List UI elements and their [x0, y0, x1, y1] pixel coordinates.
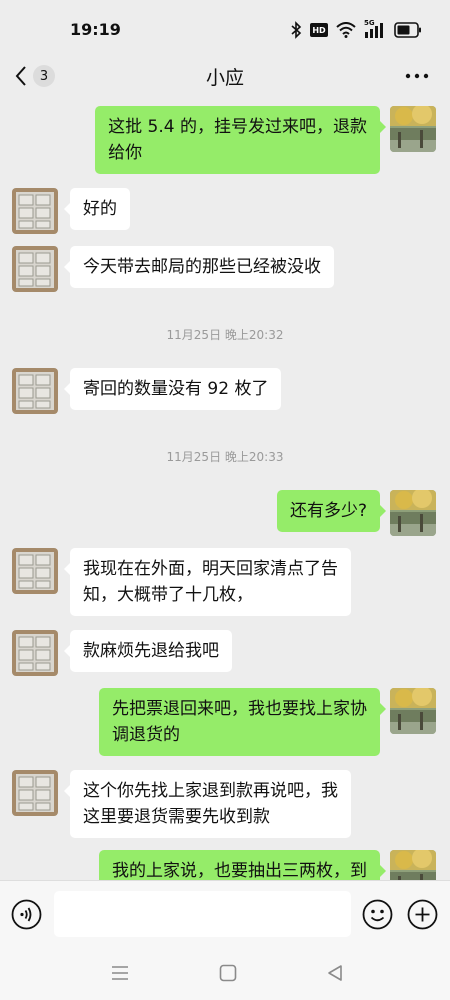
contact-avatar[interactable] [12, 630, 58, 676]
message-line: 这批 5.4 的，挂号发过来吧，退款 [108, 117, 367, 137]
message-bubble-received[interactable]: 这个你先找上家退到款再说吧，我 这里要退货需要先收到款 [64, 770, 351, 838]
my-avatar[interactable] [390, 850, 436, 880]
wifi-icon [336, 22, 356, 38]
contact-avatar[interactable] [12, 188, 58, 234]
message-line: 先把票退回来吧，我也要找上家协 [112, 699, 367, 719]
message-bubble-received[interactable]: 我现在在外面，明天回家清点了告 知，大概带了十几枚， [64, 548, 351, 616]
chat-message-list[interactable]: 这批 5.4 的，挂号发过来吧，退款 给你 好的 今天带去邮局的那些已经被没收 … [0, 94, 450, 880]
message-text-input[interactable] [54, 891, 351, 937]
status-icons: HD 5G [290, 19, 422, 40]
message-line: 调退货的 [112, 725, 180, 745]
contact-avatar[interactable] [12, 548, 58, 594]
message-timestamp: 11月25日 晚上20:33 [166, 450, 284, 464]
message-timestamp: 11月25日 晚上20:32 [166, 328, 284, 342]
more-dots-icon [405, 73, 429, 79]
voice-input-icon [11, 899, 42, 930]
message-bubble-received[interactable]: 款麻烦先退给我吧 [64, 630, 232, 672]
system-home-button[interactable] [217, 962, 239, 984]
message-line: 好的 [83, 199, 117, 219]
hd-icon: HD [310, 23, 328, 37]
message-line: 我现在在外面，明天回家清点了告 [83, 559, 338, 579]
message-line: 这里要退货需要先收到款 [83, 807, 270, 827]
message-line: 给你 [108, 143, 143, 163]
contact-avatar[interactable] [12, 770, 58, 816]
message-bubble-sent[interactable]: 先把票退回来吧，我也要找上家协 调退货的 [99, 688, 386, 756]
message-bubble-sent[interactable]: 还有多少? [276, 490, 387, 532]
message-line: 今天带去邮局的那些已经被没收 [83, 257, 321, 277]
system-back-button[interactable] [324, 962, 346, 984]
system-navigation-bar [0, 946, 450, 1000]
my-avatar[interactable] [390, 490, 436, 536]
bluetooth-icon [291, 21, 302, 39]
message-line: 还有多少? [289, 501, 367, 521]
message-bubble-received[interactable]: 寄回的数量没有 92 枚了 [63, 368, 282, 410]
chat-header: 3 小应 [0, 58, 450, 94]
my-avatar[interactable] [390, 688, 436, 734]
message-line: 我的上家说，也要抽出三两枚，到 [112, 861, 367, 880]
contact-avatar[interactable] [12, 368, 58, 414]
more-button[interactable] [404, 64, 430, 88]
message-bubble-sent[interactable]: 这批 5.4 的，挂号发过来吧，退款 给你 [95, 106, 386, 174]
message-line: 款麻烦先退给我吧 [83, 641, 219, 661]
home-icon [219, 964, 237, 982]
battery-icon [394, 22, 421, 38]
chat-title: 小应 [205, 67, 244, 89]
emoji-icon [362, 899, 393, 930]
system-menu-button[interactable] [109, 962, 131, 984]
message-bubble-received[interactable]: 好的 [64, 188, 130, 230]
more-actions-button[interactable] [407, 899, 438, 930]
5g-signal-icon: 5G [364, 19, 386, 38]
status-time: 19:19 [70, 20, 121, 39]
message-bubble-received[interactable]: 今天带去邮局的那些已经被没收 [64, 246, 334, 288]
message-line: 这个你先找上家退到款再说吧，我 [83, 781, 338, 801]
contact-avatar[interactable] [12, 246, 58, 292]
message-bubble-sent[interactable]: 我的上家说，也要抽出三两枚，到 [99, 850, 386, 880]
back-icon [328, 965, 342, 981]
message-line: 知，大概带了十几枚， [83, 585, 253, 605]
status-bar: 19:19 HD 5G [0, 0, 450, 58]
menu-icon [112, 966, 128, 980]
emoji-button[interactable] [362, 899, 393, 930]
my-avatar[interactable] [390, 106, 436, 152]
message-input-bar [0, 880, 450, 946]
plus-icon [407, 899, 438, 930]
voice-button[interactable] [11, 899, 42, 930]
message-line: 寄回的数量没有 92 枚了 [83, 379, 269, 399]
